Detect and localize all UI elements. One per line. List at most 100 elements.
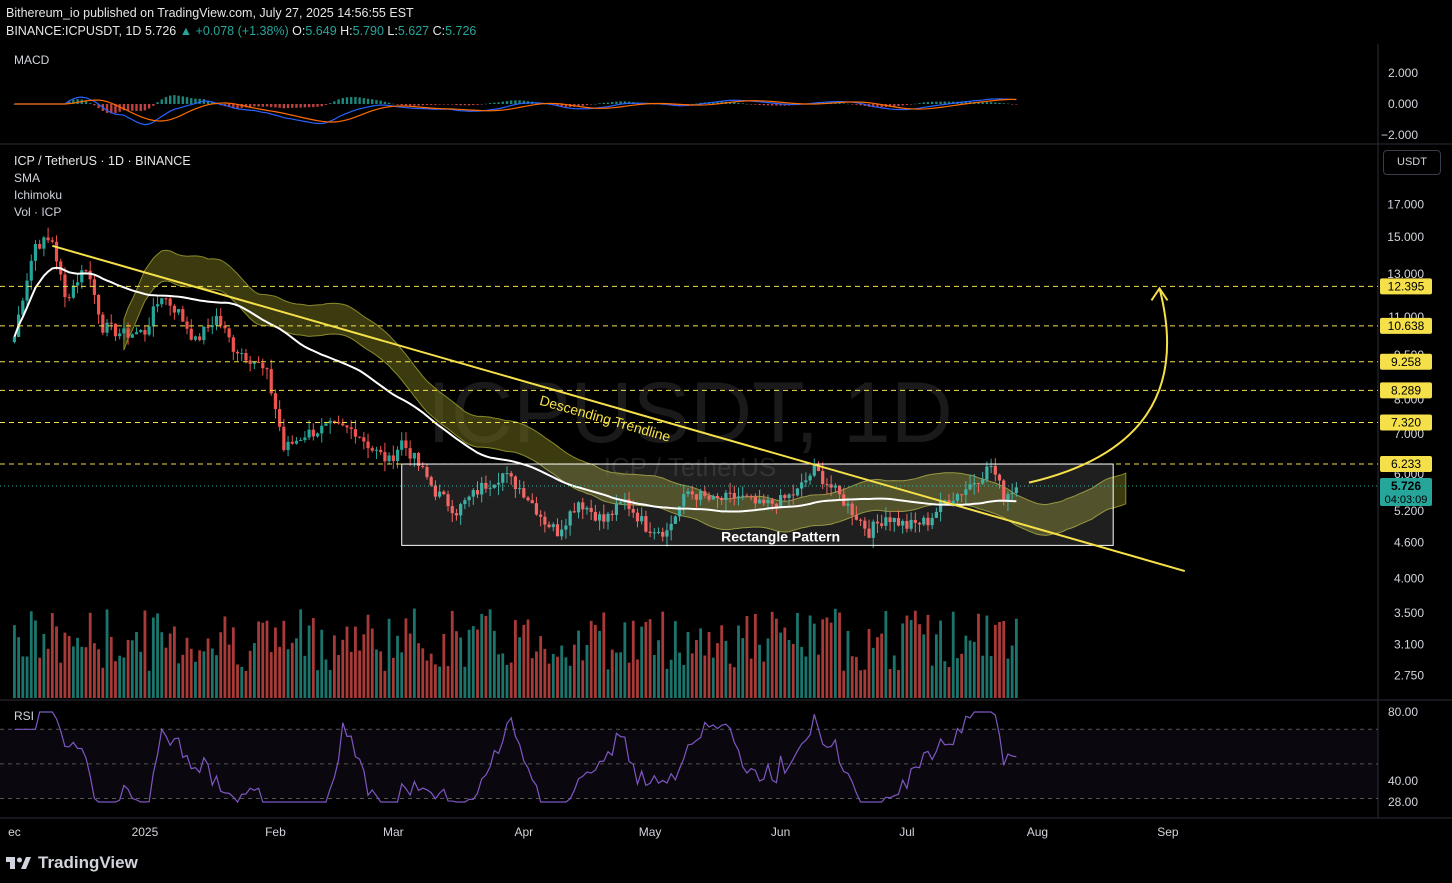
macd-histogram-bar — [918, 103, 921, 104]
macd-histogram-bar — [514, 100, 517, 104]
candle-body — [185, 321, 189, 329]
volume-bar — [934, 634, 938, 698]
volume-bar — [109, 636, 113, 698]
macd-histogram-bar — [341, 98, 344, 104]
volume-bar — [42, 633, 46, 698]
candle-body — [358, 436, 362, 438]
volume-bar — [467, 629, 471, 698]
volume-bar — [640, 626, 644, 698]
candle-body — [50, 240, 54, 242]
volume-bar — [17, 637, 21, 698]
volume-bar — [943, 661, 947, 698]
volume-bar — [215, 655, 218, 698]
volume-bar — [846, 630, 850, 698]
volume-bar — [505, 664, 509, 698]
volume-bar — [829, 622, 833, 698]
volume-bar — [842, 670, 846, 698]
candle-body — [97, 294, 101, 315]
candle-body — [311, 429, 315, 437]
volume-bar — [804, 656, 808, 698]
candle-body — [412, 452, 416, 459]
price-tick-label: 3.500 — [1394, 606, 1424, 620]
macd-histogram-bar — [897, 104, 900, 106]
volume-bar — [345, 626, 349, 698]
volume-bar — [105, 609, 109, 698]
candle-body — [366, 441, 370, 449]
volume-bar — [686, 631, 690, 698]
level-tag-label: 8.289 — [1391, 383, 1421, 397]
macd-histogram-bar — [434, 104, 437, 105]
volume-bar — [391, 657, 395, 698]
candle-body — [320, 425, 324, 434]
volume-bar — [863, 669, 867, 698]
macd-histogram-bar — [855, 104, 858, 105]
tradingview-logo[interactable]: TradingView — [6, 853, 138, 873]
low-value: 5.627 — [397, 24, 430, 38]
candle-body — [33, 243, 38, 261]
candle-body — [134, 332, 139, 335]
macd-histogram-bar — [88, 103, 92, 104]
volume-bar — [598, 630, 601, 698]
volume-bar — [724, 640, 728, 698]
candle-body — [25, 280, 29, 301]
candle-body — [231, 337, 235, 352]
volume-bar — [796, 612, 799, 698]
macd-histogram-bar — [76, 99, 79, 104]
macd-histogram-bar — [467, 104, 471, 106]
volume-bar — [623, 622, 627, 698]
volume-bar — [446, 666, 450, 698]
volume-bar — [38, 657, 42, 698]
macd-histogram-bar — [594, 103, 597, 105]
macd-histogram-bar — [168, 95, 172, 104]
volume-bar — [135, 631, 138, 698]
candle-body — [122, 328, 126, 334]
macd-histogram-bar — [939, 101, 942, 104]
volume-bar — [905, 615, 909, 698]
volume-bar — [585, 644, 589, 698]
volume-bar — [130, 640, 134, 698]
candle-body — [349, 427, 353, 430]
time-tick-label: May — [639, 825, 662, 839]
volume-bar — [695, 639, 698, 698]
volume-bar — [770, 611, 774, 698]
volume-bar — [800, 646, 804, 698]
candle-body — [71, 285, 75, 298]
time-tick-label: Feb — [265, 825, 286, 839]
macd-histogram-bar — [160, 99, 163, 104]
macd-histogram-bar — [253, 104, 256, 107]
volume-bar — [606, 669, 610, 698]
volume-bar — [408, 633, 412, 698]
volume-bar — [850, 656, 854, 698]
macd-histogram-bar — [333, 101, 336, 104]
macd-histogram-bar — [472, 104, 475, 106]
volume-bar — [299, 609, 303, 698]
volume-bar — [838, 612, 841, 698]
macd-histogram-bar — [312, 104, 315, 108]
macd-histogram-bar — [181, 96, 185, 104]
macd-histogram-bar — [177, 95, 180, 104]
volume-bar — [918, 624, 921, 698]
macd-histogram-bar — [754, 104, 757, 105]
volume-bar — [636, 659, 639, 698]
volume-bar — [164, 647, 168, 698]
candle-body — [282, 426, 286, 451]
volume-bar — [535, 651, 538, 698]
volume-bar — [400, 652, 404, 698]
macd-tick-label: 2.000 — [1388, 66, 1418, 80]
volume-bar — [366, 614, 370, 698]
candle-body — [256, 361, 261, 363]
volume-bar — [564, 657, 568, 698]
chart-header: Bithereum_io published on TradingView.co… — [6, 4, 476, 40]
macd-histogram-bar — [741, 103, 744, 104]
macd-histogram-bar — [770, 104, 774, 106]
macd-histogram-bar — [488, 103, 492, 104]
macd-histogram-bar — [442, 104, 446, 105]
macd-histogram-bar — [758, 104, 761, 106]
macd-histogram-bar — [173, 95, 176, 104]
chart-canvas[interactable]: ICPUSDT, 1DICP / TetherUS Rectangle Patt… — [0, 44, 1452, 854]
candle-body — [80, 270, 84, 283]
macd-histogram-bar — [135, 104, 138, 112]
volume-bar — [450, 610, 454, 698]
candle-body — [240, 353, 244, 355]
macd-histogram-bar — [1002, 103, 1005, 104]
